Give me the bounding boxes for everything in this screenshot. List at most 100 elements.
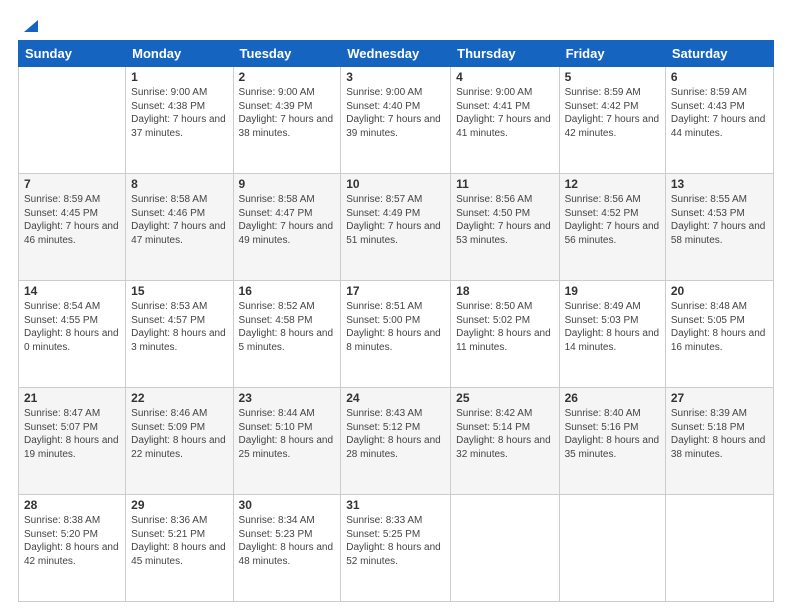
cell-date: 3 [346,70,445,84]
cell-info: Sunrise: 8:36 AMSunset: 5:21 PMDaylight:… [131,515,226,567]
calendar-cell: 20Sunrise: 8:48 AMSunset: 5:05 PMDayligh… [665,281,773,388]
calendar-page: Sunday Monday Tuesday Wednesday Thursday… [0,0,792,612]
cell-info: Sunrise: 8:48 AMSunset: 5:05 PMDaylight:… [671,301,766,353]
cell-date: 30 [239,498,336,512]
cell-info: Sunrise: 9:00 AMSunset: 4:40 PMDaylight:… [346,87,441,139]
calendar-cell: 13 Sunrise: 8:55 AMSunset: 4:53 PMDayligh… [665,174,773,281]
cell-info: Sunrise: 8:38 AMSunset: 5:20 PMDaylight:… [24,515,119,567]
cell-info: Sunrise: 8:59 AMSunset: 4:45 PMDaylight:… [24,194,119,246]
calendar-cell: 12 Sunrise: 8:56 AMSunset: 4:52 PMDayligh… [559,174,665,281]
calendar-week-row: 28 Sunrise: 8:38 AMSunset: 5:20 PMDayligh… [19,495,774,602]
calendar-cell: 16Sunrise: 8:52 AMSunset: 4:58 PMDayligh… [233,281,341,388]
cell-date: 19 [565,284,660,298]
calendar-table: Sunday Monday Tuesday Wednesday Thursday… [18,40,774,602]
cell-info: Sunrise: 8:55 AMSunset: 4:53 PMDaylight:… [671,194,766,246]
cell-date: 23 [239,391,336,405]
header-sunday: Sunday [19,41,126,67]
calendar-cell: 24 Sunrise: 8:43 AMSunset: 5:12 PMDayligh… [341,388,451,495]
calendar-cell: 26Sunrise: 8:40 AMSunset: 5:16 PMDayligh… [559,388,665,495]
cell-date: 6 [671,70,768,84]
cell-date: 10 [346,177,445,191]
calendar-cell [559,495,665,602]
cell-info: Sunrise: 8:33 AMSunset: 5:25 PMDaylight:… [346,515,441,567]
cell-date: 5 [565,70,660,84]
calendar-cell: 7 Sunrise: 8:59 AMSunset: 4:45 PMDaylight… [19,174,126,281]
header [18,16,774,30]
cell-info: Sunrise: 9:00 AMSunset: 4:39 PMDaylight:… [239,87,334,139]
cell-info: Sunrise: 8:39 AMSunset: 5:18 PMDaylight:… [671,408,766,460]
calendar-cell: 4 Sunrise: 9:00 AMSunset: 4:41 PMDaylight… [451,67,559,174]
calendar-cell [665,495,773,602]
header-tuesday: Tuesday [233,41,341,67]
cell-info: Sunrise: 8:46 AMSunset: 5:09 PMDaylight:… [131,408,226,460]
header-monday: Monday [126,41,233,67]
calendar-cell: 31 Sunrise: 8:33 AMSunset: 5:25 PMDayligh… [341,495,451,602]
calendar-cell: 8 Sunrise: 8:58 AMSunset: 4:46 PMDaylight… [126,174,233,281]
cell-date: 8 [131,177,227,191]
cell-info: Sunrise: 8:58 AMSunset: 4:47 PMDaylight:… [239,194,334,246]
calendar-week-row: 1 Sunrise: 9:00 AMSunset: 4:38 PMDaylight… [19,67,774,174]
cell-info: Sunrise: 8:50 AMSunset: 5:02 PMDaylight:… [456,301,551,353]
cell-info: Sunrise: 8:53 AMSunset: 4:57 PMDaylight:… [131,301,226,353]
cell-date: 25 [456,391,553,405]
cell-date: 16 [239,284,336,298]
calendar-cell: 19 Sunrise: 8:49 AMSunset: 5:03 PMDayligh… [559,281,665,388]
cell-info: Sunrise: 8:34 AMSunset: 5:23 PMDaylight:… [239,515,334,567]
cell-date: 2 [239,70,336,84]
calendar-cell: 2 Sunrise: 9:00 AMSunset: 4:39 PMDaylight… [233,67,341,174]
cell-info: Sunrise: 8:58 AMSunset: 4:46 PMDaylight:… [131,194,226,246]
cell-date: 28 [24,498,120,512]
cell-info: Sunrise: 8:44 AMSunset: 5:10 PMDaylight:… [239,408,334,460]
calendar-week-row: 7 Sunrise: 8:59 AMSunset: 4:45 PMDaylight… [19,174,774,281]
cell-date: 26 [565,391,660,405]
cell-info: Sunrise: 8:47 AMSunset: 5:07 PMDaylight:… [24,408,119,460]
calendar-cell: 1 Sunrise: 9:00 AMSunset: 4:38 PMDaylight… [126,67,233,174]
cell-info: Sunrise: 9:00 AMSunset: 4:38 PMDaylight:… [131,87,226,139]
cell-date: 27 [671,391,768,405]
cell-date: 24 [346,391,445,405]
calendar-cell: 15 Sunrise: 8:53 AMSunset: 4:57 PMDayligh… [126,281,233,388]
header-wednesday: Wednesday [341,41,451,67]
cell-date: 18 [456,284,553,298]
calendar-week-row: 14 Sunrise: 8:54 AMSunset: 4:55 PMDayligh… [19,281,774,388]
weekday-header-row: Sunday Monday Tuesday Wednesday Thursday… [19,41,774,67]
cell-date: 29 [131,498,227,512]
cell-date: 31 [346,498,445,512]
calendar-cell: 22Sunrise: 8:46 AMSunset: 5:09 PMDayligh… [126,388,233,495]
cell-date: 1 [131,70,227,84]
cell-date: 9 [239,177,336,191]
calendar-cell: 25Sunrise: 8:42 AMSunset: 5:14 PMDayligh… [451,388,559,495]
cell-info: Sunrise: 8:49 AMSunset: 5:03 PMDaylight:… [565,301,660,353]
cell-info: Sunrise: 8:59 AMSunset: 4:43 PMDaylight:… [671,87,766,139]
calendar-cell: 30 Sunrise: 8:34 AMSunset: 5:23 PMDayligh… [233,495,341,602]
cell-info: Sunrise: 8:54 AMSunset: 4:55 PMDaylight:… [24,301,119,353]
calendar-cell: 23 Sunrise: 8:44 AMSunset: 5:10 PMDayligh… [233,388,341,495]
calendar-cell [19,67,126,174]
cell-info: Sunrise: 8:51 AMSunset: 5:00 PMDaylight:… [346,301,441,353]
cell-date: 13 [671,177,768,191]
cell-date: 12 [565,177,660,191]
calendar-cell: 10 Sunrise: 8:57 AMSunset: 4:49 PMDayligh… [341,174,451,281]
calendar-cell: 28 Sunrise: 8:38 AMSunset: 5:20 PMDayligh… [19,495,126,602]
cell-date: 15 [131,284,227,298]
cell-date: 14 [24,284,120,298]
cell-date: 21 [24,391,120,405]
cell-info: Sunrise: 9:00 AMSunset: 4:41 PMDaylight:… [456,87,551,139]
cell-info: Sunrise: 8:56 AMSunset: 4:52 PMDaylight:… [565,194,660,246]
cell-date: 7 [24,177,120,191]
calendar-cell: 5 Sunrise: 8:59 AMSunset: 4:42 PMDaylight… [559,67,665,174]
calendar-cell: 29 Sunrise: 8:36 AMSunset: 5:21 PMDayligh… [126,495,233,602]
header-thursday: Thursday [451,41,559,67]
cell-date: 11 [456,177,553,191]
logo [18,16,38,30]
calendar-cell: 27 Sunrise: 8:39 AMSunset: 5:18 PMDayligh… [665,388,773,495]
header-saturday: Saturday [665,41,773,67]
calendar-cell: 6 Sunrise: 8:59 AMSunset: 4:43 PMDaylight… [665,67,773,174]
logo-icon [20,16,38,34]
calendar-cell: 11Sunrise: 8:56 AMSunset: 4:50 PMDayligh… [451,174,559,281]
cell-info: Sunrise: 8:57 AMSunset: 4:49 PMDaylight:… [346,194,441,246]
cell-info: Sunrise: 8:59 AMSunset: 4:42 PMDaylight:… [565,87,660,139]
cell-date: 4 [456,70,553,84]
calendar-cell: 14 Sunrise: 8:54 AMSunset: 4:55 PMDayligh… [19,281,126,388]
cell-info: Sunrise: 8:43 AMSunset: 5:12 PMDaylight:… [346,408,441,460]
